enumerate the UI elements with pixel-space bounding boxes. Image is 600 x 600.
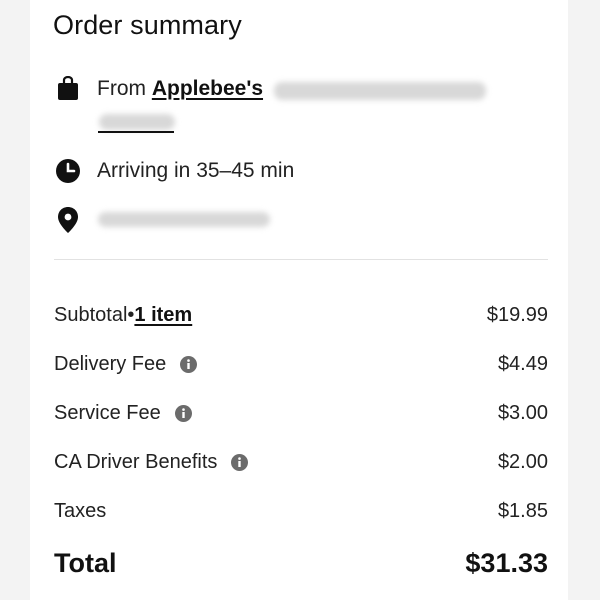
page-title: Order summary [53, 10, 242, 40]
items-link[interactable]: 1 item [134, 304, 192, 327]
driver-benefits-label-group: CA Driver Benefits [54, 450, 249, 474]
order-summary-card: Order summary From Applebee's Arriving i… [30, 0, 568, 600]
redacted-store-address [274, 82, 486, 100]
clock-icon [54, 157, 82, 185]
store-line: From Applebee's [97, 77, 263, 101]
store-address-underline [98, 131, 174, 133]
subtotal-label: Subtotal [54, 303, 128, 326]
service-fee-row: Service Fee $3.00 [54, 398, 548, 428]
arrival-time: Arriving in 35–45 min [97, 159, 295, 182]
subtotal-value: $19.99 [486, 303, 548, 326]
subtotal-row: Subtotal • 1 item $19.99 [54, 300, 548, 330]
delivery-fee-label: Delivery Fee [54, 352, 167, 375]
driver-benefits-row: CA Driver Benefits $2.00 [54, 447, 548, 477]
subtotal-label-group: Subtotal • 1 item [54, 304, 192, 327]
shopping-bag-icon [54, 75, 82, 103]
taxes-label: Taxes [54, 499, 107, 522]
info-icon[interactable] [180, 355, 198, 373]
taxes-label-group: Taxes [54, 500, 106, 523]
delivery-fee-label-group: Delivery Fee [54, 352, 198, 376]
total-row: Total $31.33 [54, 545, 548, 581]
delivery-fee-value: $4.49 [497, 352, 548, 375]
taxes-value: $1.85 [497, 499, 548, 522]
redacted-store-address-line2 [99, 114, 175, 130]
redacted-delivery-address [98, 212, 270, 227]
store-prefix: From [97, 77, 152, 100]
divider [54, 259, 548, 260]
subtotal-separator: • [127, 303, 135, 326]
taxes-row: Taxes $1.85 [54, 496, 548, 526]
info-icon[interactable] [231, 453, 249, 471]
total-label: Total [54, 547, 117, 578]
driver-benefits-value: $2.00 [497, 450, 548, 473]
driver-benefits-label: CA Driver Benefits [54, 450, 218, 473]
service-fee-label: Service Fee [54, 401, 161, 424]
location-pin-icon [54, 206, 82, 234]
service-fee-label-group: Service Fee [54, 402, 192, 425]
delivery-fee-row: Delivery Fee $4.49 [54, 349, 548, 379]
store-name-link[interactable]: Applebee's [152, 77, 263, 100]
service-fee-value: $3.00 [497, 401, 548, 424]
total-value: $31.33 [465, 547, 548, 578]
info-icon[interactable] [174, 404, 192, 422]
